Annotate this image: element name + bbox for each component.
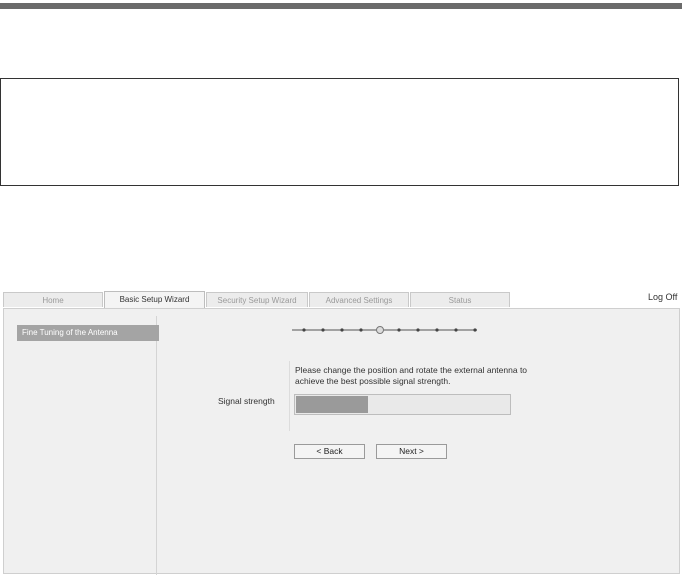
wizard-step-dot — [454, 328, 458, 332]
wizard-step-dot — [321, 328, 325, 332]
instruction-text: Please change the position and rotate th… — [295, 365, 555, 387]
wizard-step-dot — [416, 328, 420, 332]
note-box — [0, 78, 679, 186]
content-divider — [289, 361, 290, 431]
wizard-step-dot — [302, 328, 306, 332]
tab-status[interactable]: Status — [410, 292, 510, 307]
back-button[interactable]: < Back — [294, 444, 365, 459]
wizard-step-dot — [473, 328, 477, 332]
next-button[interactable]: Next > — [376, 444, 447, 459]
signal-strength-bar — [294, 394, 511, 415]
tab-basic-setup-wizard[interactable]: Basic Setup Wizard — [104, 291, 205, 308]
wizard-step-dot — [340, 328, 344, 332]
tab-security-setup-wizard[interactable]: Security Setup Wizard — [206, 292, 308, 307]
instruction-line-2: achieve the best possible signal strengt… — [295, 376, 451, 386]
tab-home[interactable]: Home — [3, 292, 103, 307]
sidebar-item-fine-tuning[interactable]: Fine Tuning of the Antenna — [17, 325, 159, 341]
signal-strength-fill — [296, 396, 368, 413]
sidebar: Fine Tuning of the Antenna — [17, 316, 159, 575]
tab-advanced-settings[interactable]: Advanced Settings — [309, 292, 409, 307]
wizard-step-dot — [359, 328, 363, 332]
logoff-link[interactable]: Log Off — [648, 292, 677, 302]
wizard-step-dot — [397, 328, 401, 332]
main-panel: Fine Tuning of the Antenna Please change… — [3, 308, 680, 575]
wizard-step-dot — [435, 328, 439, 332]
top-rule — [0, 3, 682, 9]
wizard-step-current — [376, 326, 384, 334]
wizard-steps-graphic — [292, 326, 477, 334]
instruction-line-1: Please change the position and rotate th… — [295, 365, 528, 375]
signal-strength-label: Signal strength — [218, 396, 275, 406]
wizard-step-indicator — [292, 323, 492, 337]
